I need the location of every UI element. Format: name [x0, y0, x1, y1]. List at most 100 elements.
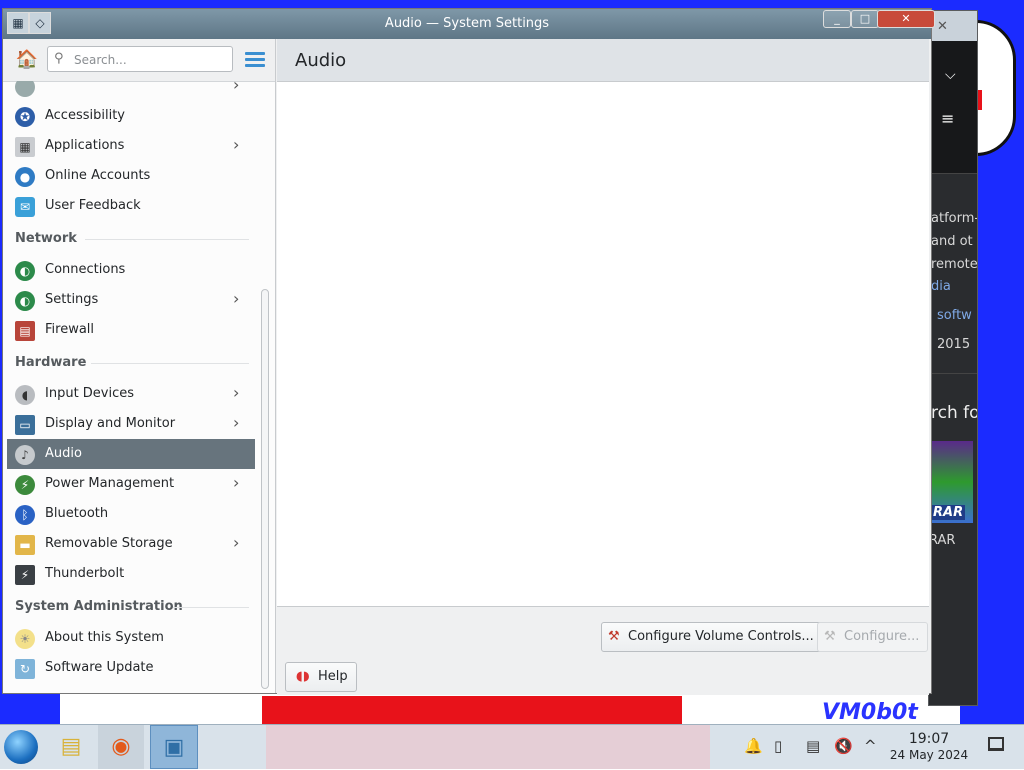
sidebar-item-bluetooth[interactable]: ᛒ Bluetooth: [7, 499, 255, 529]
device-notifier-icon[interactable]: ▯: [774, 737, 782, 755]
page-text-fragment: atform-: [931, 211, 978, 226]
help-button[interactable]: ◖◗ Help: [285, 662, 357, 692]
show-desktop-icon[interactable]: [988, 737, 1004, 751]
sidebar-item-display-and-monitor[interactable]: ▭ Display and Monitor ›: [7, 409, 255, 439]
button-label: Configure...: [844, 629, 920, 644]
content-header: Audio: [277, 39, 929, 82]
page-text-fragment: RAR: [929, 533, 956, 548]
sidebar-scrollbar[interactable]: [261, 289, 269, 689]
page-heading-fragment: rch fo: [931, 403, 978, 423]
thunderbolt-icon: ⚡: [15, 565, 35, 585]
mouse-icon: ◖: [15, 385, 35, 405]
sidebar-item-audio[interactable]: ♪ Audio: [7, 439, 255, 469]
category-system-administration: System Administration: [15, 599, 183, 614]
chevron-right-icon: ›: [233, 533, 240, 552]
sidebar-item-label: Audio: [45, 446, 82, 461]
search-icon: ⚲: [54, 51, 64, 66]
file-manager-icon[interactable]: ▤: [48, 725, 94, 769]
close-button[interactable]: ✕: [877, 10, 935, 28]
sidebar-item-input-devices[interactable]: ◖ Input Devices ›: [7, 379, 255, 409]
notifications-icon[interactable]: 🔔: [744, 737, 763, 755]
category-divider: [91, 363, 249, 364]
maximize-button[interactable]: □: [851, 10, 879, 28]
page-text-fragment: remote: [931, 257, 978, 272]
sidebar-item-label: Online Accounts: [45, 168, 151, 183]
globe-icon: ◐: [15, 261, 35, 281]
user-feedback-icon: ✉: [15, 197, 35, 217]
clock-time[interactable]: 19:07: [906, 731, 952, 747]
background-browser-window[interactable]: ✕ ⌵ ≡ atform- and ot remote dia softw 20…: [928, 10, 978, 706]
button-label: Help: [318, 669, 348, 684]
start-menu-icon[interactable]: [4, 730, 38, 764]
window-title: Audio — System Settings: [384, 16, 550, 31]
button-label: Configure Volume Controls...: [628, 629, 814, 644]
lightbulb-icon: ☀: [15, 629, 35, 649]
sidebar-item-software-update[interactable]: ↻ Software Update: [7, 653, 255, 683]
search-input[interactable]: [72, 49, 226, 71]
category-divider: [85, 239, 249, 240]
configure-button[interactable]: ⚒ Configure...: [817, 622, 929, 652]
page-link-fragment[interactable]: dia: [931, 279, 951, 294]
chevron-right-icon: ›: [233, 135, 240, 154]
category-hardware: Hardware: [15, 355, 87, 370]
taskbar-highlight: [266, 725, 710, 769]
category-network: Network: [15, 231, 77, 246]
home-icon[interactable]: 🏠: [15, 49, 39, 71]
chevron-up-icon[interactable]: ^: [864, 737, 877, 755]
close-icon[interactable]: ✕: [937, 19, 948, 34]
sidebar-list[interactable]: › ✪ Accessibility ▦ Applications › ● Onl…: [3, 81, 265, 693]
settings-icon: [15, 81, 35, 97]
sidebar-item-about-this-system[interactable]: ☀ About this System: [7, 623, 255, 653]
sidebar-item-thunderbolt[interactable]: ⚡ Thunderbolt: [7, 559, 255, 589]
firewall-icon: ▤: [15, 321, 35, 341]
sidebar-item-label: Software Update: [45, 660, 154, 675]
chevron-down-icon[interactable]: ⌵: [945, 67, 956, 83]
page-text-fragment: and ot: [931, 234, 973, 249]
globe-icon: ◐: [15, 291, 35, 311]
volume-muted-icon[interactable]: 🔇: [834, 737, 853, 755]
sidebar-item-accessibility[interactable]: ✪ Accessibility: [7, 101, 255, 131]
bluetooth-icon: ᛒ: [15, 505, 35, 525]
sidebar-item-label: User Feedback: [45, 198, 141, 213]
sidebar-item-removable-storage[interactable]: ▬ Removable Storage ›: [7, 529, 255, 559]
system-settings-window[interactable]: ▦ ◇ Audio — System Settings _ □ ✕ 🏠 ⚲ › …: [2, 8, 935, 695]
sidebar-item-label: Settings: [45, 292, 99, 307]
page-link-fragment[interactable]: softw: [937, 308, 972, 323]
category-divider: [173, 607, 249, 608]
chevron-right-icon: ›: [233, 413, 240, 432]
help-icon: ◖◗: [296, 669, 310, 684]
configure-volume-controls-button[interactable]: ⚒ Configure Volume Controls...: [601, 622, 823, 652]
clipboard-icon[interactable]: ▤: [806, 737, 820, 755]
sidebar-item-power-management[interactable]: ⚡ Power Management ›: [7, 469, 255, 499]
menu-icon[interactable]: ≡: [941, 109, 954, 128]
page-title: Audio: [295, 50, 347, 71]
content-footer: ⚒ Configure Volume Controls... ⚒ Configu…: [277, 606, 929, 695]
window-titlebar[interactable]: ▦ ◇ Audio — System Settings _ □ ✕: [3, 9, 935, 39]
sidebar-item-online-accounts[interactable]: ● Online Accounts: [7, 161, 255, 191]
page-text-fragment: 2015: [937, 337, 971, 352]
sidebar-item-clipped[interactable]: ›: [7, 81, 255, 101]
sidebar-item-label: Connections: [45, 262, 126, 277]
sidebar-item-applications[interactable]: ▦ Applications ›: [7, 131, 255, 161]
sidebar-item-connections[interactable]: ◐ Connections: [7, 255, 255, 285]
clock-date[interactable]: 24 May 2024: [886, 748, 972, 762]
configure-icon: ⚒: [824, 629, 836, 644]
sidebar-item-label: Bluetooth: [45, 506, 109, 521]
sidebar-header: 🏠 ⚲: [3, 39, 275, 82]
sidebar-item-label: Applications: [45, 138, 125, 153]
system-settings-task-icon[interactable]: ▣: [150, 725, 198, 769]
sidebar-item-label: Input Devices: [45, 386, 135, 401]
sidebar-item-network-settings[interactable]: ◐ Settings ›: [7, 285, 255, 315]
chevron-right-icon: ›: [233, 81, 240, 94]
sidebar-item-firewall[interactable]: ▤ Firewall: [7, 315, 255, 345]
sidebar-item-label: Display and Monitor: [45, 416, 176, 431]
sidebar-item-label: Thunderbolt: [45, 566, 125, 581]
minimize-button[interactable]: _: [823, 10, 851, 28]
accessibility-icon: ✪: [15, 107, 35, 127]
search-box[interactable]: ⚲: [47, 46, 233, 72]
firefox-icon[interactable]: ◉: [98, 725, 144, 769]
hamburger-menu-icon[interactable]: [245, 52, 265, 68]
folder-icon: ▬: [15, 535, 35, 555]
sidebar-item-user-feedback[interactable]: ✉ User Feedback: [7, 191, 255, 221]
applications-icon: ▦: [15, 137, 35, 157]
